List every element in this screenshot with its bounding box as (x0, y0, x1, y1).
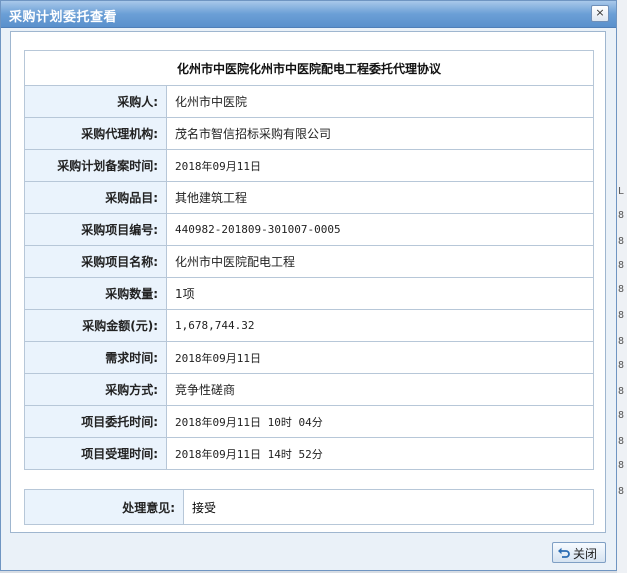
background-text: 8 (618, 386, 625, 397)
table-row: 采购项目名称: 化州市中医院配电工程 (24, 245, 594, 278)
field-label: 采购代理机构: (24, 117, 167, 150)
table-row: 采购代理机构: 茂名市智信招标采购有限公司 (24, 117, 594, 150)
background-text: 8 (618, 260, 625, 271)
background-text: 8 (618, 284, 625, 295)
opinion-value: 接受 (183, 489, 594, 525)
close-button-label: 关闭 (573, 547, 598, 561)
field-value: 2018年09月11日 14时 52分 (166, 437, 594, 470)
table-row: 采购方式: 竞争性磋商 (24, 373, 594, 406)
field-label: 项目受理时间: (24, 437, 167, 470)
field-value: 其他建筑工程 (166, 181, 594, 214)
field-label: 采购人: (24, 85, 167, 118)
background-page: L 8 8 8 8 8 8 8 8 8 8 8 8 (617, 0, 627, 573)
field-value: 2018年09月11日 (166, 149, 594, 182)
field-label: 项目委托时间: (24, 405, 167, 438)
table-row: 采购数量: 1项 (24, 277, 594, 310)
background-text: 8 (618, 210, 625, 221)
table-row: 项目受理时间: 2018年09月11日 14时 52分 (24, 437, 594, 470)
table-row: 需求时间: 2018年09月11日 (24, 341, 594, 374)
field-label: 采购方式: (24, 373, 167, 406)
field-value: 440982-201809-301007-0005 (166, 213, 594, 246)
field-value: 化州市中医院 (166, 85, 594, 118)
background-text: 8 (618, 410, 625, 421)
field-value: 2018年09月11日 (166, 341, 594, 374)
table-row: 采购人: 化州市中医院 (24, 85, 594, 118)
agreement-title: 化州市中医院化州市中医院配电工程委托代理协议 (24, 50, 594, 86)
table-header-row: 化州市中医院化州市中医院配电工程委托代理协议 (24, 50, 594, 86)
opinion-table: 处理意见: 接受 (24, 489, 594, 525)
field-label: 采购项目名称: (24, 245, 167, 278)
dialog-title: 采购计划委托查看 (9, 10, 118, 25)
table-row: 项目委托时间: 2018年09月11日 10时 04分 (24, 405, 594, 438)
field-label: 采购计划备案时间: (24, 149, 167, 182)
table-row: 采购金额(元): 1,678,744.32 (24, 309, 594, 342)
field-value: 化州市中医院配电工程 (166, 245, 594, 278)
field-label: 采购金额(元): (24, 309, 167, 342)
field-label: 采购项目编号: (24, 213, 167, 246)
background-text: 8 (618, 310, 625, 321)
table-row: 处理意见: 接受 (24, 489, 594, 525)
field-label: 采购品目: (24, 181, 167, 214)
dialog-content: 化州市中医院化州市中医院配电工程委托代理协议 采购人: 化州市中医院 采购代理机… (10, 31, 606, 533)
field-value: 茂名市智信招标采购有限公司 (166, 117, 594, 150)
background-text: 8 (618, 486, 625, 497)
background-text: 8 (618, 236, 625, 247)
background-text: 8 (618, 360, 625, 371)
agreement-table: 化州市中医院化州市中医院配电工程委托代理协议 采购人: 化州市中医院 采购代理机… (24, 50, 594, 470)
close-button[interactable]: 关闭 (552, 542, 606, 563)
table-row: 采购项目编号: 440982-201809-301007-0005 (24, 213, 594, 246)
field-value: 1项 (166, 277, 594, 310)
background-text: L (618, 186, 625, 197)
field-label: 需求时间: (24, 341, 167, 374)
background-text: 8 (618, 436, 625, 447)
procurement-plan-dialog: 采购计划委托查看 × 化州市中医院化州市中医院配电工程委托代理协议 采购人: 化… (0, 0, 617, 571)
background-text: 8 (618, 460, 625, 471)
table-row: 采购计划备案时间: 2018年09月11日 (24, 149, 594, 182)
table-row: 采购品目: 其他建筑工程 (24, 181, 594, 214)
background-text: 8 (618, 336, 625, 347)
field-label: 采购数量: (24, 277, 167, 310)
field-value: 竞争性磋商 (166, 373, 594, 406)
opinion-label: 处理意见: (24, 489, 184, 525)
dialog-titlebar[interactable]: 采购计划委托查看 × (1, 1, 616, 28)
field-value: 2018年09月11日 10时 04分 (166, 405, 594, 438)
return-arrow-icon (557, 546, 570, 559)
close-icon[interactable]: × (591, 5, 609, 22)
field-value: 1,678,744.32 (166, 309, 594, 342)
